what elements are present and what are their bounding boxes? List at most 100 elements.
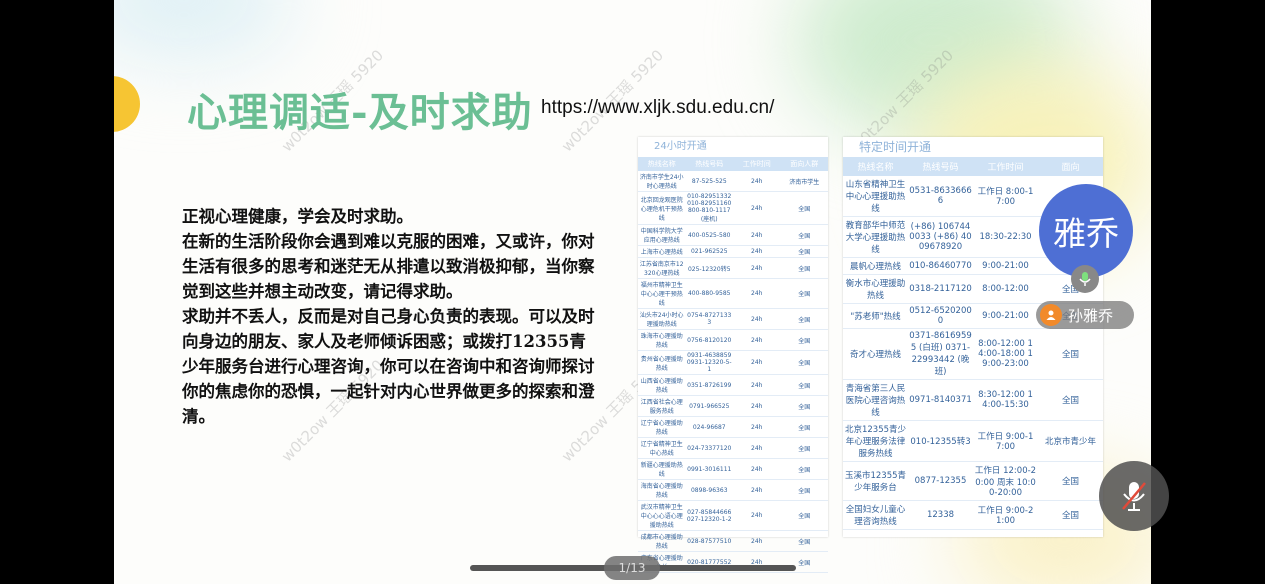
table-cell: 成都市心理援助热线: [638, 530, 686, 552]
page-indicator: 1/13: [604, 556, 660, 580]
table-cell: 工作日 12:00-20:00 周末 10:00-20:00: [973, 461, 1038, 501]
slide-body-text: 正视心理健康，学会及时求助。 在新的生活阶段你会遇到难以克服的困难，又或许，你对…: [182, 204, 602, 429]
table-cell: 024-96687: [685, 416, 733, 438]
table-cell: 全国: [780, 479, 828, 501]
participant-name: 孙雅乔: [1068, 306, 1114, 325]
table-cell: 8:00-12:00 14:00-18:00 19:00-23:00: [973, 328, 1038, 380]
table-row: 全国妇女儿童心理咨询热线 12338 工作日 9:00-21:00 全国: [843, 500, 1103, 530]
table-row: 海南省心理援助热线 0898-96363 24h 全国: [638, 479, 828, 501]
table-row: 山西省心理援助热线 0351-8726199 24h 全国: [638, 374, 828, 396]
table-cell: (+86) 1067440033 (+86) 4009678920: [908, 216, 973, 258]
table-cell: 全国: [780, 416, 828, 438]
table-cell: 0971-8140371: [908, 379, 973, 421]
table-cell: 0531-86336666: [908, 176, 973, 217]
table-cell: 0351-8726199: [685, 374, 733, 396]
table-cell: 0756-8120120: [685, 329, 733, 351]
table-cell: 中国科学院大学应用心理热线: [638, 224, 686, 246]
mic-muted-icon: [1122, 482, 1146, 511]
table-cell: 工作日 8:00-17:00: [973, 176, 1038, 217]
hotline-table: 热线名称 热线号码 工作时间 面向人群 济南市学生24小时心理热线 87-525-525…: [638, 157, 828, 573]
hotline-table-24h: 24小时开通 热线名称 热线号码 工作时间 面向人群 济南市学生24小时心理热线 87-…: [638, 137, 828, 573]
table-cell: 工作日 9:00-17:00: [973, 420, 1038, 462]
table-cell: 028-87577510: [685, 530, 733, 552]
column-header: 面向: [1038, 157, 1103, 176]
table-cell: 010-12355转3: [908, 420, 973, 462]
table-cell: 全国: [780, 395, 828, 417]
table-cell: 全国: [780, 437, 828, 459]
table-cell: 全国: [780, 374, 828, 396]
table-row: 衡水市心理援助热线 0318-2117120 8:00-12:00 全国: [843, 274, 1103, 304]
table-cell: 辽宁省心理援助热线: [638, 416, 686, 438]
table-cell: 上海市心理热线: [638, 245, 686, 258]
table-cell: 全国: [780, 350, 828, 375]
table-cell: 全国: [780, 224, 828, 246]
slide-url: https://www.xljk.sdu.edu.cn/: [541, 97, 775, 118]
table-cell: 珠海市心理援助热线: [638, 329, 686, 351]
table-cell: 奇才心理热线: [843, 328, 908, 380]
table-row: 江西省社会心理服务热线 0791-966525 24h 全国: [638, 395, 828, 417]
table-cell: 24h: [733, 171, 781, 192]
table-cell: 全国: [780, 329, 828, 351]
table-cell: 24h: [733, 224, 781, 246]
table-row: 中国科学院大学应用心理热线 400-0525-580 24h 全国: [638, 224, 828, 246]
table-cell: 全国: [780, 530, 828, 552]
paragraph: 在新的生活阶段你会遇到难以克服的困难，又或许，你对生活有很多的思考和迷茫无从排遣…: [182, 232, 595, 301]
table-row: 北京回龙观医院心理危机干预热线 010-82951332 010-82951160…: [638, 191, 828, 225]
slide-title: 心理调适-及时求助: [187, 89, 533, 136]
table-cell: 24h: [733, 245, 781, 258]
table-cell: 24h: [733, 191, 781, 225]
table-cell: 24h: [733, 350, 781, 375]
table-cell: 24h: [733, 500, 781, 531]
table-heading: 特定时间开通: [859, 140, 932, 154]
table-cell: 24h: [733, 395, 781, 417]
table-cell: 全国: [780, 458, 828, 480]
table-cell: 江苏省南京市12320心理热线: [638, 257, 686, 279]
table-cell: 24h: [733, 308, 781, 330]
table-cell: 全国: [780, 500, 828, 531]
mute-mic-button[interactable]: [1099, 461, 1169, 531]
column-header: 热线号码: [908, 157, 973, 176]
table-cell: 0318-2117120: [908, 274, 973, 304]
participant-avatar[interactable]: 雅乔: [1039, 184, 1133, 278]
table-cell: 北京12355青少年心理服务法律服务热线: [843, 420, 908, 462]
table-cell: 18:30-22:30: [973, 216, 1038, 258]
table-cell: 新疆心理援助热线: [638, 458, 686, 480]
table-cell: 武汉市精神卫生中心心心语心理援助热线: [638, 500, 686, 531]
table-cell: 010-86460770: [908, 257, 973, 275]
table-cell: 0898-96363: [685, 479, 733, 501]
table-row: 北京12355青少年心理服务法律服务热线 010-12355转3 工作日 9:00-…: [843, 420, 1103, 462]
table-cell: 24h: [733, 257, 781, 279]
table-cell: 9:00-21:00: [973, 257, 1038, 275]
table-cell: 025-12320转5: [685, 257, 733, 279]
column-header: 工作时间: [733, 157, 781, 171]
table-cell: 0877-12355: [908, 461, 973, 501]
table-heading: 24小时开通: [654, 141, 707, 152]
table-cell: 福州市精神卫生中心心理干预热线: [638, 278, 686, 309]
presentation-slide: w0t2ow 王瑶 5920 w0t2ow 王瑶 5920 w0t2ow 王瑶 …: [114, 0, 1151, 584]
table-cell: 24h: [733, 416, 781, 438]
table-row: 辽宁省精神卫生中心热线 024-73377120 24h 全国: [638, 437, 828, 459]
table-cell: 0754-87271333: [685, 308, 733, 330]
column-header: 热线号码: [685, 157, 733, 171]
table-cell: 北京市青少年: [1038, 420, 1103, 462]
mic-icon: [1071, 265, 1099, 293]
table-row: 上海市心理热线 021-962525 24h 全国: [638, 245, 828, 258]
table-cell: 晨帆心理热线: [843, 257, 908, 275]
table-cell: 江西省社会心理服务热线: [638, 395, 686, 417]
table-cell: 24h: [733, 530, 781, 552]
table-row: 济南市学生24小时心理热线 87-525-525 24h 济南市学生: [638, 171, 828, 192]
table-cell: 24h: [733, 374, 781, 396]
table-cell: 海南省心理援助热线: [638, 479, 686, 501]
table-row: 汕头市24小时心理援助热线 0754-87271333 24h 全国: [638, 308, 828, 330]
table-row: 武汉市精神卫生中心心心语心理援助热线 027-85844666 027-12320…: [638, 500, 828, 531]
column-header: 热线名称: [843, 157, 908, 176]
table-cell: 工作日 9:00-21:00: [973, 500, 1038, 530]
table-cell: 全国: [1038, 328, 1103, 380]
table-cell: 辽宁省精神卫生中心热线: [638, 437, 686, 459]
column-header: 工作时间: [973, 157, 1038, 176]
table-cell: 济南市学生: [780, 171, 828, 192]
table-row: 江苏省南京市12320心理热线 025-12320转5 24h 全国: [638, 257, 828, 279]
table-row: 玉溪市12355青少年服务台 0877-12355 工作日 12:00-20:00 …: [843, 461, 1103, 501]
table-cell: 400-880-9585: [685, 278, 733, 309]
table-cell: 全国: [1038, 379, 1103, 421]
